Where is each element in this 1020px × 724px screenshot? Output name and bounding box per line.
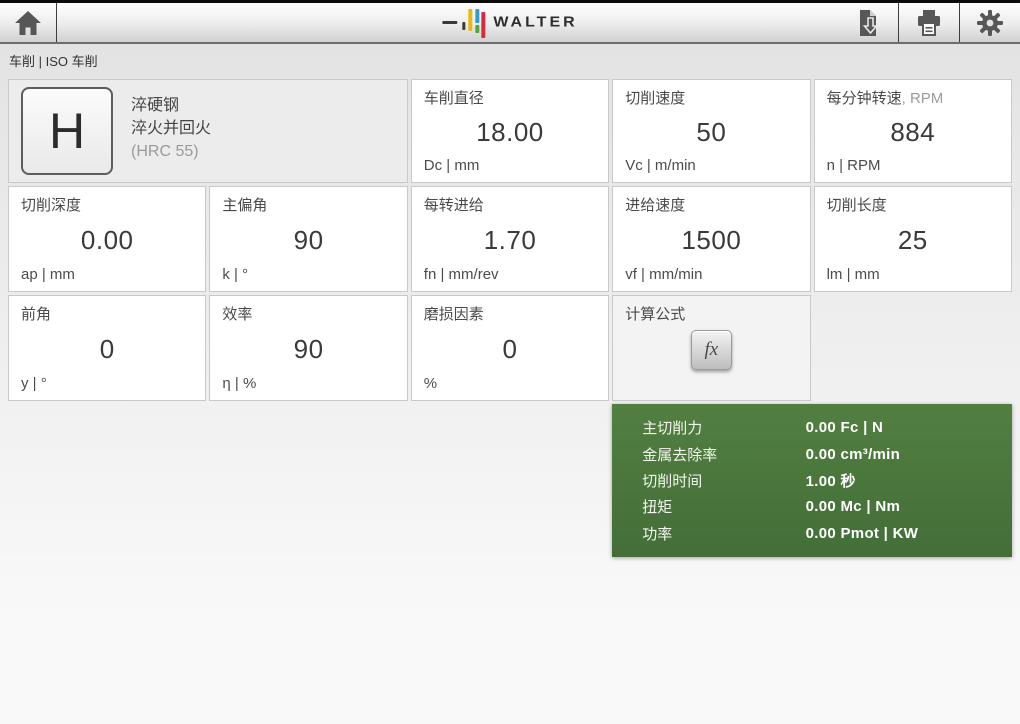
material-code: H [48,103,86,159]
card-unit: η | % [222,375,257,392]
card-unit: ap | mm [21,266,75,283]
home-button[interactable] [0,3,57,42]
result-label: 功率 [642,525,673,543]
card-unit: lm | mm [826,266,880,283]
card-formula: 计算公式 fx [612,295,811,401]
print-icon [915,9,943,36]
results-panel: 主切削力 0.00 Fc | N 金属去除率 0.00 cm³/min 切削时间… [612,404,1012,557]
card-unit: Dc | mm [423,157,480,174]
card-cutting-length[interactable]: 切削长度 25 lm | mm [813,186,1012,292]
print-button[interactable] [898,3,959,42]
formula-fx-button[interactable]: fx [690,329,732,370]
material-hardness: (HRC 55) [131,143,199,160]
result-label: 切削时间 [642,472,703,490]
card-unit: fn | mm/rev [423,266,499,283]
logo-bar-red [481,11,486,38]
result-row-metal-removal-rate: 金属去除率 0.00 cm³/min [612,444,1012,465]
material-line2: 淬火并回火 [131,120,212,137]
card-rake-angle[interactable]: 前角 0 y | ° [8,295,207,401]
card-title: 前角 [21,306,52,323]
card-title: 每转进给 [423,197,484,214]
card-unit: vf | mm/min [625,266,703,283]
card-turning-diameter[interactable]: 车削直径 18.00 Dc | mm [410,79,610,183]
main-area: 车削 | ISO 车削 H 淬硬钢 淬火并回火 (HRC 55) 车削直径 18… [0,44,1020,719]
result-label: 主切削力 [642,420,703,438]
result-value: 1.00 秒 [805,472,856,490]
result-row-cutting-time: 切削时间 1.00 秒 [612,470,1012,491]
card-title: 切削深度 [21,197,82,214]
card-value: 0 [502,334,518,364]
card-value: 90 [293,225,324,255]
card-title: 磨损因素 [423,306,484,323]
card-cutting-speed[interactable]: 切削速度 50 Vc | m/min [612,79,811,183]
card-unit: n | RPM [826,157,881,174]
card-title: 主偏角 [222,197,268,214]
logo-bar-stack [475,8,480,33]
material-line1: 淬硬钢 [131,97,180,114]
result-value: 0.00 Mc | Nm [805,498,901,516]
result-row-torque: 扭矩 0.00 Mc | Nm [612,496,1012,517]
home-icon [14,10,42,36]
card-feed-per-rev[interactable]: 每转进给 1.70 fn | mm/rev [410,186,610,292]
material-code-box: H [21,87,113,175]
card-title: 每分钟转速, RPM [826,90,944,107]
card-value: 0.00 [80,225,134,255]
result-row-power: 功率 0.00 Pmot | KW [612,523,1012,544]
result-label: 金属去除率 [642,446,718,464]
card-value: 18.00 [476,117,544,147]
card-title: 计算公式 [625,306,686,323]
logo-bar-blue [475,8,480,23]
settings-gear-icon [976,9,1004,37]
card-value: 90 [293,334,324,364]
card-value: 884 [890,117,936,147]
card-title: 车削直径 [423,90,484,107]
settings-button[interactable] [959,3,1020,42]
result-value: 0.00 Pmot | KW [805,524,919,542]
card-feed-rate[interactable]: 进给速度 1500 vf | mm/min [612,186,811,292]
logo-bar-yellow [468,8,473,31]
card-spindle-speed[interactable]: 每分钟转速, RPM 884 n | RPM [813,79,1012,183]
card-unit: % [423,375,438,392]
logo-bar-dark [462,21,466,30]
logo-dash [442,21,458,24]
card-wear-factor[interactable]: 磨损因素 0 % [410,295,610,401]
export-document-icon [856,9,880,37]
card-title-suffix: , RPM [901,90,944,107]
card-title: 进给速度 [625,197,686,214]
material-description: 淬硬钢 淬火并回火 (HRC 55) [131,94,211,163]
top-bar: WALTER [0,0,1020,44]
card-unit: Vc | m/min [625,157,696,174]
logo-wordmark: WALTER [493,14,578,30]
logo-bar-green [475,24,480,33]
card-lead-angle[interactable]: 主偏角 90 k | ° [209,186,408,292]
material-card[interactable]: H 淬硬钢 淬火并回火 (HRC 55) [8,79,408,183]
card-unit: y | ° [21,375,47,392]
card-value: 25 [897,225,928,255]
result-value: 0.00 Fc | N [805,419,884,437]
card-value: 50 [696,117,727,147]
parameter-grid: H 淬硬钢 淬火并回火 (HRC 55) 车削直径 18.00 Dc | mm … [0,76,1020,557]
result-value: 0.00 cm³/min [805,445,901,463]
card-title: 效率 [222,306,253,323]
card-unit: k | ° [222,266,249,283]
topbar-actions [837,3,1020,42]
card-title: 切削长度 [826,197,887,214]
card-value: 0 [99,334,115,364]
walter-logo: WALTER [442,8,578,38]
card-cutting-depth[interactable]: 切削深度 0.00 ap | mm [8,186,207,292]
card-value: 1500 [681,225,742,255]
breadcrumb: 车削 | ISO 车削 [9,53,98,69]
export-button[interactable] [837,3,898,42]
card-efficiency[interactable]: 效率 90 η | % [209,295,408,401]
card-title: 切削速度 [625,90,686,107]
result-label: 扭矩 [642,499,673,517]
fx-button-wrap: fx [625,324,797,375]
result-row-main-cutting-force: 主切削力 0.00 Fc | N [612,417,1012,438]
card-value: 1.70 [483,225,537,255]
card-unit-spacer [625,375,797,392]
